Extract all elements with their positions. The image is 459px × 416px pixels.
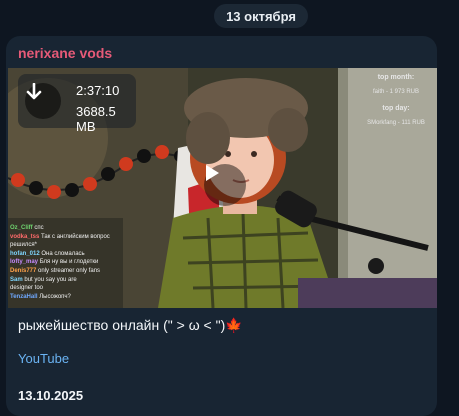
chat-text: спс bbox=[34, 225, 44, 231]
chat-text: Она сломалась bbox=[41, 250, 85, 257]
chat-text: Бля ну вы и глодетки bbox=[39, 259, 99, 266]
video-player[interactable]: 2:37:10 3688.5 MB top month: faith - 1 9… bbox=[8, 68, 437, 308]
top-day-label: top day: bbox=[382, 105, 410, 112]
chat-nick: hofan_012 bbox=[10, 250, 40, 257]
video-duration: 2:37:10 bbox=[76, 83, 120, 98]
top-day-value: SMorkfang - 111 RUB bbox=[367, 120, 425, 126]
post-date: 13.10.2025 bbox=[18, 388, 84, 403]
chat-text: but you say you are bbox=[24, 276, 77, 283]
chat-message: Sam but you say you are bbox=[10, 276, 120, 285]
date-separator: 13 октября bbox=[214, 4, 308, 28]
download-button[interactable] bbox=[25, 83, 61, 119]
donation-overlay: top month: faith - 1 973 RUB top day: SM… bbox=[361, 72, 431, 136]
top-month-label: top month: bbox=[377, 74, 415, 81]
chat-nick: Sam bbox=[10, 276, 23, 283]
chat-text: Так с английским вопрос bbox=[41, 233, 110, 240]
play-icon bbox=[206, 165, 219, 181]
chat-nick: lofty_may bbox=[10, 259, 39, 266]
chat-text: решился* bbox=[10, 242, 37, 249]
chat-message: Denis777 only streamer only fans bbox=[10, 267, 120, 276]
download-overlay: 2:37:10 3688.5 MB bbox=[18, 74, 136, 134]
chat-text: designer too bbox=[10, 285, 44, 292]
chat-text: only streamer only fans bbox=[38, 267, 101, 274]
download-arrow-icon bbox=[26, 83, 42, 100]
channel-name[interactable]: nerixane vods bbox=[18, 45, 112, 61]
chat-message: решился* bbox=[10, 241, 120, 250]
chat-text: Лысожопч? bbox=[39, 293, 71, 300]
chat-message: designer too bbox=[10, 284, 120, 293]
chat-nick: Oz_Cliff bbox=[10, 225, 33, 231]
top-month-value: faith - 1 973 RUB bbox=[372, 89, 420, 95]
youtube-link[interactable]: YouTube bbox=[18, 351, 69, 366]
chat-message: Oz_Cliff спс bbox=[10, 224, 120, 233]
chat-nick: TenzaHall bbox=[10, 293, 38, 300]
chat-message: TenzaHall Лысожопч? bbox=[10, 293, 120, 302]
stream-chat-overlay: Oz_Cliff спс vodka_tss Так с английским в… bbox=[10, 224, 120, 301]
chat-message: lofty_may Бля ну вы и глодетки bbox=[10, 258, 120, 267]
message-bubble: nerixane vods 2:37:10 3688.5 MB top mont… bbox=[6, 36, 437, 416]
video-file-size: 3688.5 MB bbox=[76, 104, 116, 134]
message-caption: рыжейшество онлайн (" > ω < ")🍁 bbox=[18, 317, 243, 333]
chat-message: hofan_012 Она сломалась bbox=[10, 250, 120, 259]
chat-nick: vodka_tss bbox=[10, 233, 40, 240]
chat-nick: Denis777 bbox=[10, 267, 37, 274]
chat-message: vodka_tss Так с английским вопрос bbox=[10, 233, 120, 242]
play-button[interactable] bbox=[204, 164, 246, 206]
